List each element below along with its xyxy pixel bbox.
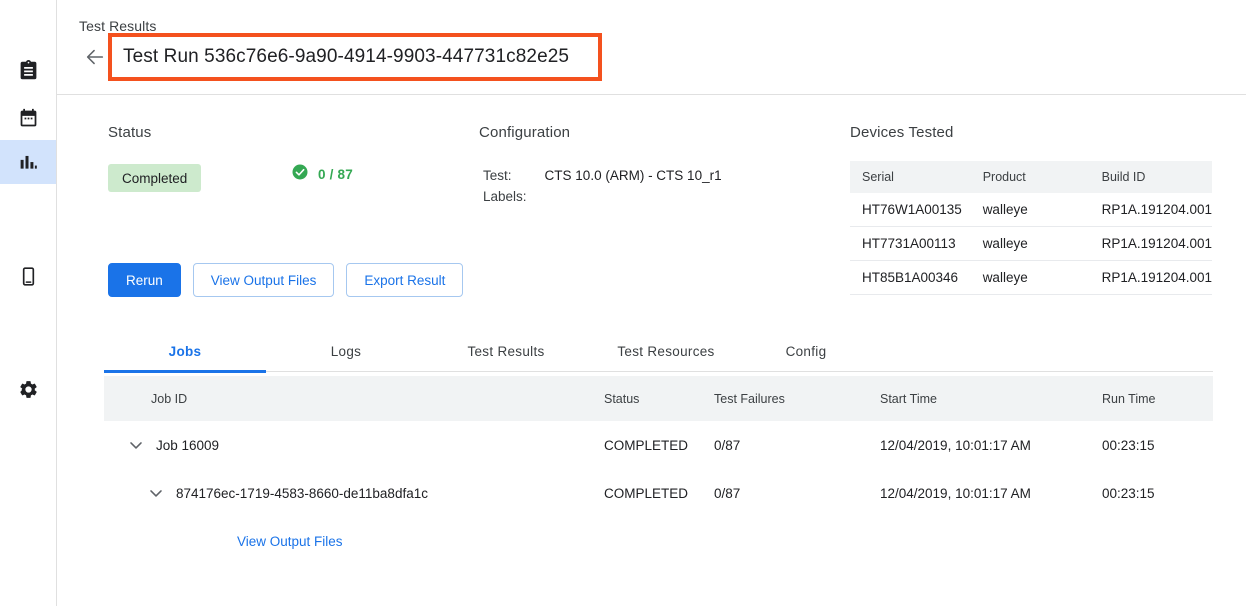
view-output-files-button[interactable]: View Output Files <box>193 263 335 297</box>
configuration-section-title: Configuration <box>479 124 570 141</box>
jobs-column-run-time: Run Time <box>1102 376 1213 421</box>
bar-chart-icon <box>18 152 39 173</box>
job-run-time: 00:23:15 <box>1102 421 1213 469</box>
device-serial: HT76W1A00135 <box>850 193 971 227</box>
sidebar-item-test-results[interactable] <box>0 140 56 184</box>
status-section-title: Status <box>108 124 151 141</box>
table-row[interactable]: 874176ec-1719-4583-8660-de11ba8dfa1c COM… <box>104 469 1213 517</box>
page-title: Test Run 536c76e6-9a90-4914-9903-447731c… <box>123 46 569 68</box>
clipboard-icon <box>18 60 39 81</box>
breadcrumb[interactable]: Test Results <box>79 18 156 34</box>
devices-table-header-row: Serial Product Build ID <box>850 161 1212 193</box>
tab-bar: Jobs Logs Test Results Test Resources Co… <box>104 331 1213 372</box>
failure-count: 0 / 87 <box>291 163 353 186</box>
table-row: HT7731A00113 walleye RP1A.191204.001 <box>850 227 1212 261</box>
arrow-left-icon <box>84 55 106 72</box>
app-root: Test Results Test Run 536c76e6-9a90-4914… <box>0 0 1246 606</box>
jobs-table: Job ID Status Test Failures Start Time R… <box>104 376 1213 565</box>
gear-icon <box>18 379 39 400</box>
job-id-cell: Job 16009 <box>104 421 604 469</box>
export-result-button[interactable]: Export Result <box>346 263 463 297</box>
view-output-files-link[interactable]: View Output Files <box>151 534 343 549</box>
devices-section-title: Devices Tested <box>850 124 954 141</box>
tab-logs[interactable]: Logs <box>266 331 426 372</box>
tab-test-results[interactable]: Test Results <box>426 331 586 372</box>
sidebar-item-devices[interactable] <box>0 254 56 298</box>
device-icon <box>18 266 39 287</box>
device-product: walleye <box>971 193 1090 227</box>
jobs-column-status: Status <box>604 376 714 421</box>
job-start-time: 12/04/2019, 10:01:17 AM <box>880 421 1102 469</box>
devices-column-product: Product <box>971 161 1090 193</box>
tab-config[interactable]: Config <box>746 331 866 372</box>
device-build-id: RP1A.191204.001 <box>1090 227 1212 261</box>
configuration-row: Labels: <box>483 186 722 207</box>
table-row: HT76W1A00135 walleye RP1A.191204.001 <box>850 193 1212 227</box>
chevron-down-icon[interactable] <box>146 483 166 503</box>
configuration-value <box>545 186 722 207</box>
job-attempt-id-cell: 874176ec-1719-4583-8660-de11ba8dfa1c <box>104 469 604 517</box>
table-row: View Output Files <box>104 517 1213 565</box>
devices-table: Serial Product Build ID HT76W1A00135 wal… <box>850 161 1212 295</box>
device-build-id: RP1A.191204.001 <box>1090 193 1212 227</box>
devices-column-serial: Serial <box>850 161 971 193</box>
empty-cell <box>604 517 714 565</box>
check-circle-icon <box>291 163 309 186</box>
table-row: HT85B1A00346 walleye RP1A.191204.001 <box>850 261 1212 295</box>
configuration-list: Test: CTS 10.0 (ARM) - CTS 10_r1 Labels: <box>483 165 722 207</box>
job-test-failures: 0/87 <box>714 421 880 469</box>
failure-count-value: 0 / 87 <box>318 167 353 182</box>
jobs-panel: Job ID Status Test Failures Start Time R… <box>104 376 1213 565</box>
status-badge: Completed <box>108 164 201 192</box>
job-status: COMPLETED <box>604 469 714 517</box>
job-attempt-id-label: 874176ec-1719-4583-8660-de11ba8dfa1c <box>176 486 428 501</box>
job-id-label: Job 16009 <box>156 438 219 453</box>
header-divider <box>57 94 1246 95</box>
sidebar-item-schedules[interactable] <box>0 96 56 140</box>
table-row[interactable]: Job 16009 COMPLETED 0/87 12/04/2019, 10:… <box>104 421 1213 469</box>
tab-test-resources[interactable]: Test Resources <box>586 331 746 372</box>
page-title-highlight: Test Run 536c76e6-9a90-4914-9903-447731c… <box>108 33 602 81</box>
empty-cell <box>1102 517 1213 565</box>
job-run-time: 00:23:15 <box>1102 469 1213 517</box>
device-product: walleye <box>971 227 1090 261</box>
job-test-failures: 0/87 <box>714 469 880 517</box>
configuration-value: CTS 10.0 (ARM) - CTS 10_r1 <box>545 165 722 186</box>
sidebar-nav <box>0 0 57 606</box>
chevron-down-icon[interactable] <box>126 435 146 455</box>
jobs-column-job-id: Job ID <box>104 376 604 421</box>
device-serial: HT85B1A00346 <box>850 261 971 295</box>
empty-cell <box>880 517 1102 565</box>
configuration-key: Test: <box>483 165 545 186</box>
action-button-row: Rerun View Output Files Export Result <box>108 263 463 297</box>
device-build-id: RP1A.191204.001 <box>1090 261 1212 295</box>
sidebar-item-test-suites[interactable] <box>0 48 56 92</box>
jobs-column-start-time: Start Time <box>880 376 1102 421</box>
tab-jobs[interactable]: Jobs <box>104 331 266 372</box>
sidebar-item-settings[interactable] <box>0 367 56 411</box>
job-start-time: 12/04/2019, 10:01:17 AM <box>880 469 1102 517</box>
configuration-key: Labels: <box>483 186 545 207</box>
devices-column-build-id: Build ID <box>1090 161 1212 193</box>
jobs-column-test-failures: Test Failures <box>714 376 880 421</box>
job-output-files-cell: View Output Files <box>104 517 604 565</box>
empty-cell <box>714 517 880 565</box>
job-status: COMPLETED <box>604 421 714 469</box>
device-product: walleye <box>971 261 1090 295</box>
configuration-row: Test: CTS 10.0 (ARM) - CTS 10_r1 <box>483 165 722 186</box>
jobs-table-header-row: Job ID Status Test Failures Start Time R… <box>104 376 1213 421</box>
calendar-icon <box>18 108 39 129</box>
rerun-button[interactable]: Rerun <box>108 263 181 297</box>
back-button[interactable] <box>84 46 106 68</box>
device-serial: HT7731A00113 <box>850 227 971 261</box>
